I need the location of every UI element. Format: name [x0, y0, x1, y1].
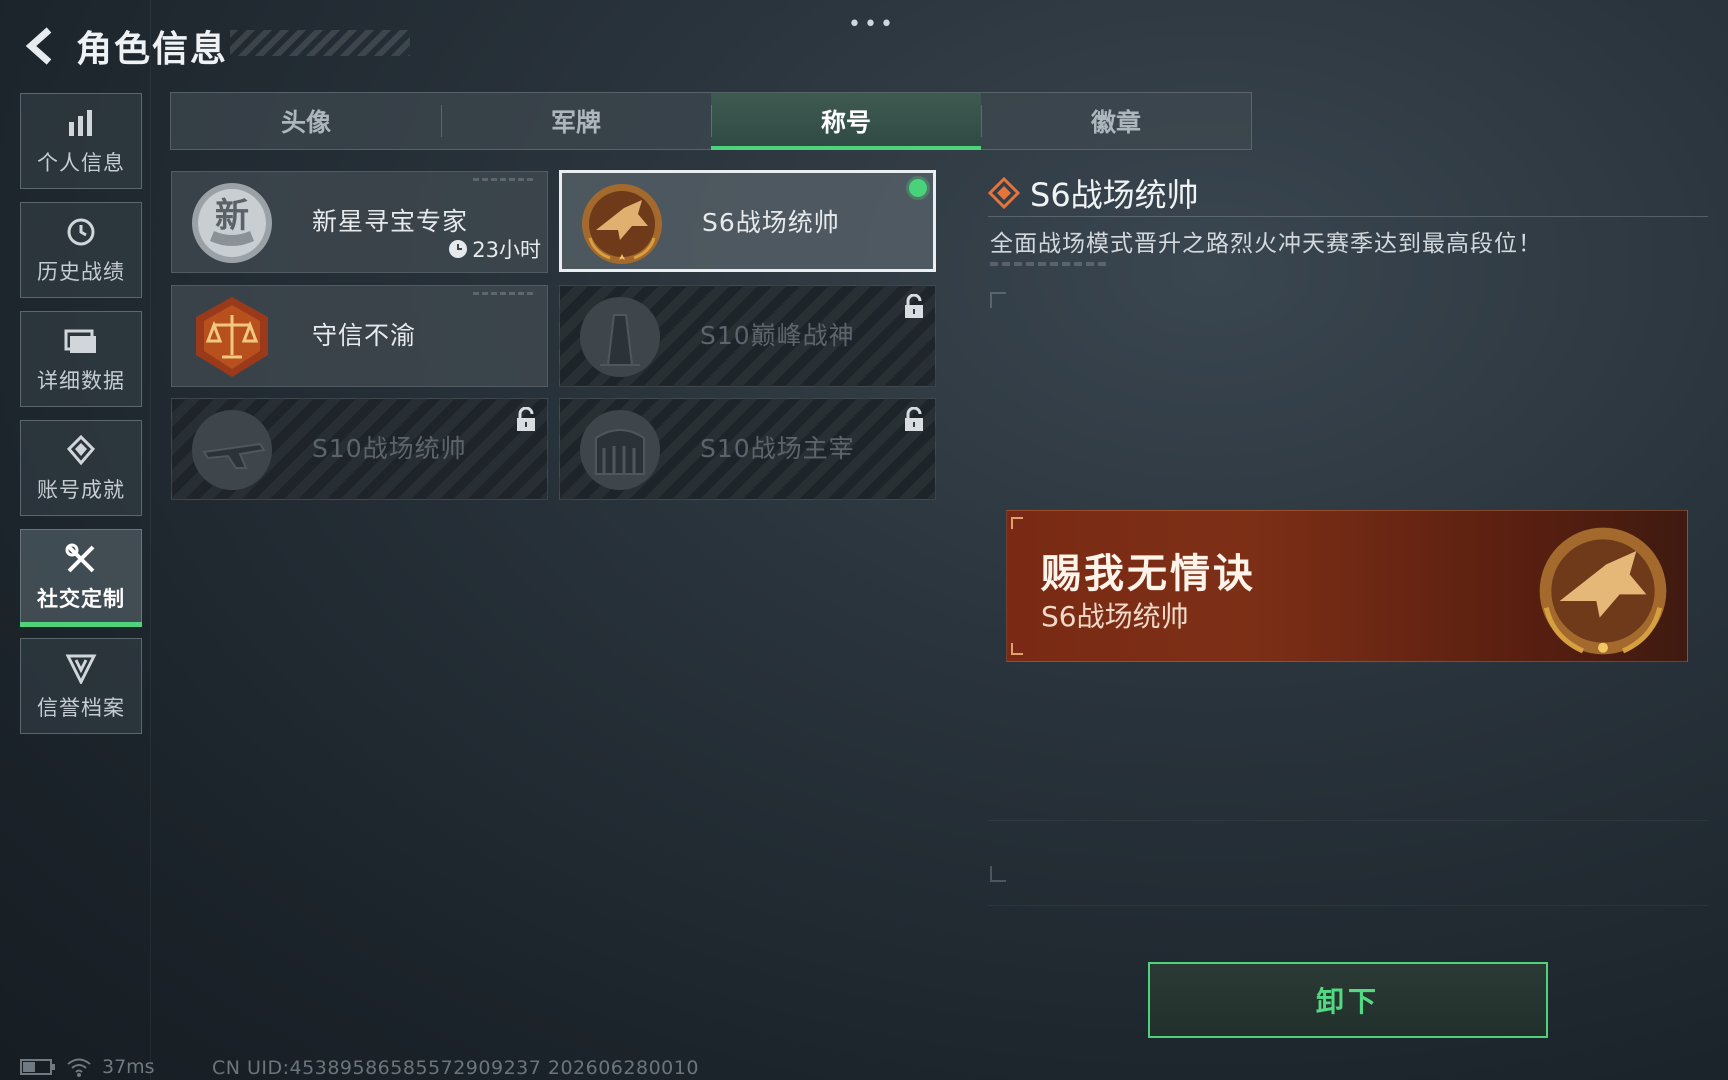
sidebar-item-label: 信誉档案	[37, 696, 125, 720]
title-name: 新星寻宝专家	[312, 207, 469, 236]
detail-decoration	[990, 262, 1110, 266]
lock-icon	[517, 407, 535, 431]
status-bar: 37ms	[20, 1056, 155, 1078]
detail-heading: S6战场统帅	[988, 170, 1199, 216]
achievement-medal-icon	[66, 434, 96, 466]
tab-badge[interactable]: 徽章	[981, 93, 1251, 149]
sidebar-item-label: 历史战绩	[37, 260, 125, 284]
title-name: S10巅峰战神	[700, 321, 855, 350]
sidebar-item-reputation[interactable]: 信誉档案	[20, 638, 142, 734]
sidebar-item-achievements[interactable]: 账号成就	[20, 420, 142, 516]
sidebar-item-social[interactable]: 社交定制	[20, 529, 142, 627]
equipped-indicator	[909, 179, 927, 197]
sidebar-item-profile[interactable]: 个人信息	[20, 93, 142, 189]
folder-icon	[64, 329, 96, 353]
banner-corner	[1011, 643, 1023, 655]
title-timer: 23小时	[448, 234, 541, 264]
more-menu-button[interactable]: •••	[848, 12, 896, 37]
uid-text: CN UID:4538958658557290923​7 20260628001…	[212, 1057, 699, 1079]
tab-dogtag[interactable]: 军牌	[441, 93, 711, 149]
lock-icon	[905, 294, 923, 318]
clock-icon	[449, 240, 468, 258]
sidebar-item-label: 详细数据	[37, 369, 125, 393]
scales-justice-emblem-icon	[196, 297, 268, 377]
title-name: S10战场统帅	[312, 434, 467, 463]
title-card-faithful[interactable]: 守信不渝	[171, 285, 548, 387]
ping-text: 37ms	[102, 1056, 155, 1078]
player-name: 赐我无情诀	[1041, 551, 1256, 597]
diamond-title-icon	[988, 177, 1020, 209]
sidebar-item-label: 账号成就	[37, 478, 125, 502]
category-tabs: 头像 军牌 称号 徽章	[170, 92, 1252, 150]
back-arrow-icon	[25, 27, 52, 65]
detail-description: 全面战场模式晋升之路烈火冲天赛季达到最高段位！	[990, 231, 1542, 257]
svg-text:新: 新	[215, 196, 249, 236]
card-decoration	[473, 178, 533, 181]
colosseum-emblem-icon	[580, 410, 660, 490]
bar-chart-icon	[69, 110, 92, 136]
sidebar-item-label: 个人信息	[37, 151, 125, 175]
title-name: 守信不渝	[312, 321, 417, 350]
detail-title-name: S6战场统帅	[1030, 176, 1199, 214]
banner-corner	[1011, 517, 1023, 529]
jet-fighter-emblem-large-icon	[1539, 527, 1667, 655]
header-hatch-decoration	[230, 30, 410, 56]
title-card-s6-commander[interactable]: S6战场统帅	[559, 170, 936, 272]
timer-text: 23小时	[472, 238, 541, 262]
frame-corner	[990, 292, 1006, 308]
tab-avatar[interactable]: 头像	[171, 93, 441, 149]
sidebar-item-label: 社交定制	[37, 587, 125, 611]
frame-corner	[990, 866, 1006, 882]
aircraft-emblem-icon	[192, 410, 272, 490]
title-name: S6战场统帅	[702, 208, 840, 237]
title-name: S10战场主宰	[700, 434, 855, 463]
page-title: 角色信息	[76, 29, 229, 70]
wrench-tools-icon	[65, 543, 95, 573]
lock-icon	[905, 407, 923, 431]
preview-title: S6战场统帅	[1041, 600, 1189, 633]
back-button[interactable]	[20, 26, 60, 66]
sidebar-item-history[interactable]: 历史战绩	[20, 202, 142, 298]
card-decoration	[473, 292, 533, 295]
title-card-new-star[interactable]: 新 新星寻宝专家 23小时	[171, 171, 548, 273]
new-star-emblem-icon: 新	[192, 183, 272, 263]
history-clock-icon	[67, 218, 95, 246]
jet-fighter-emblem-icon	[582, 184, 662, 264]
title-card-s10-dominator[interactable]: S10战场主宰	[559, 398, 936, 500]
page-header: 角色信息	[20, 18, 228, 74]
title-card-s10-war-god[interactable]: S10巅峰战神	[559, 285, 936, 387]
wifi-icon	[67, 1058, 91, 1077]
battery-icon	[20, 1059, 55, 1075]
title-preview-banner: 赐我无情诀 S6战场统帅	[1006, 510, 1688, 662]
sidebar-item-details[interactable]: 详细数据	[20, 311, 142, 407]
tower-emblem-icon	[580, 297, 660, 377]
reputation-shield-icon	[65, 654, 97, 684]
tab-title[interactable]: 称号	[711, 93, 981, 150]
title-card-s10-commander[interactable]: S10战场统帅	[171, 398, 548, 500]
unequip-button[interactable]: 卸下	[1148, 962, 1548, 1038]
detail-divider	[988, 216, 1708, 217]
